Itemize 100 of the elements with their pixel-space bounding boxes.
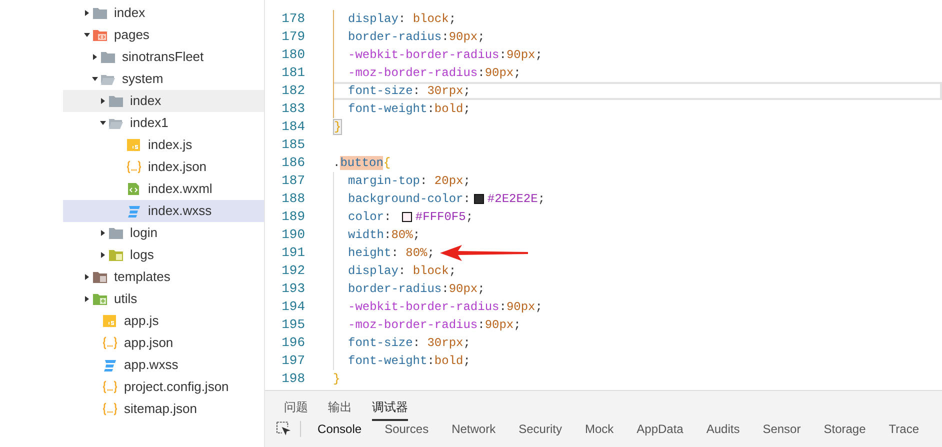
code-text: font-size: 30rpx;: [348, 335, 470, 352]
color-swatch-icon[interactable]: [402, 212, 412, 222]
tree-item-label[interactable]: app.wxss: [124, 355, 178, 375]
tree-row[interactable]: utils: [63, 288, 264, 310]
panel-tab[interactable]: 问题: [284, 391, 308, 421]
tree-item-label[interactable]: app.js: [124, 311, 159, 331]
tree-item-label[interactable]: pages: [114, 25, 150, 45]
tree-row[interactable]: sinotransFleet: [63, 46, 264, 68]
tree-row[interactable]: app.js: [63, 310, 264, 332]
line-number: 185: [280, 136, 305, 154]
tree-row[interactable]: index: [63, 2, 264, 24]
inspect-icon[interactable]: [276, 421, 292, 437]
line-number: 196: [280, 334, 305, 352]
tree-item-label[interactable]: index: [114, 3, 146, 23]
tree-row[interactable]: login: [63, 222, 264, 244]
tree-item-label[interactable]: index.js: [148, 135, 192, 155]
caret-right-icon[interactable]: [84, 296, 90, 302]
code-text: display: block;: [348, 11, 456, 28]
devtools-tab[interactable]: Storage: [824, 421, 866, 437]
code-text: -webkit-border-radius:90px;: [348, 299, 542, 316]
code-text: font-size: 30rpx;: [348, 83, 470, 100]
devtools-tab[interactable]: AppData: [636, 421, 684, 437]
tree-item-label[interactable]: index.json: [148, 157, 207, 177]
line-number: 197: [280, 352, 305, 370]
file-icon: [102, 314, 118, 328]
tree-item-label[interactable]: login: [130, 223, 158, 243]
file-icon: [126, 182, 142, 196]
devtools-tab[interactable]: Sources: [384, 421, 429, 437]
folder-icon: [108, 116, 124, 130]
tree-row[interactable]: logs: [63, 244, 264, 266]
file-icon: [102, 402, 118, 416]
code-text: #2E2E2E;: [487, 191, 546, 208]
folder-icon: [92, 28, 108, 42]
tree-item-label[interactable]: system: [122, 69, 164, 89]
line-number: 183: [280, 100, 305, 118]
code-text: -moz-border-radius:90px;: [348, 317, 521, 334]
code-text: #FFF0F5;: [415, 209, 474, 226]
code-text: width:80%;: [348, 227, 420, 244]
tree-item-label[interactable]: index.wxml: [148, 179, 212, 199]
line-number: 181: [280, 64, 305, 82]
code-text: -webkit-border-radius:90px;: [348, 47, 542, 64]
tree-item-label[interactable]: logs: [130, 245, 154, 265]
line-number: 178: [280, 10, 305, 28]
devtools-tab[interactable]: Network: [452, 421, 496, 437]
devtools-tab[interactable]: Audits: [706, 421, 740, 437]
code-text: }: [333, 371, 340, 388]
tree-item-label[interactable]: index: [130, 91, 162, 111]
code-text: }: [333, 118, 342, 136]
tree-row[interactable]: index.js: [63, 134, 264, 156]
line-number: 195: [280, 316, 305, 334]
code-text: background-color:: [348, 191, 470, 208]
tree-row[interactable]: pages: [63, 24, 264, 46]
devtools-tab[interactable]: Trace: [888, 421, 919, 437]
code-text: color:: [348, 209, 392, 226]
tree-row[interactable]: index1: [63, 112, 264, 134]
tree-row[interactable]: app.json: [63, 332, 264, 354]
color-swatch-icon[interactable]: [474, 194, 484, 204]
devtools-tab[interactable]: Console: [318, 421, 362, 437]
code-text: border-radius:90px;: [348, 281, 485, 298]
caret-down-icon[interactable]: [92, 76, 98, 82]
tree-row[interactable]: index.wxss: [63, 200, 264, 222]
tree-row[interactable]: app.wxss: [63, 354, 264, 376]
tree-item-label[interactable]: project.config.json: [124, 377, 229, 397]
caret-right-icon[interactable]: [100, 230, 106, 236]
tree-item-label[interactable]: index.wxss: [148, 201, 212, 221]
tree-row[interactable]: index.wxml: [63, 178, 264, 200]
caret-down-icon[interactable]: [100, 120, 106, 126]
devtools-tab[interactable]: Sensor: [762, 421, 801, 437]
tree-item-label[interactable]: sinotransFleet: [122, 47, 204, 67]
tree-item-label[interactable]: sitemap.json: [124, 399, 197, 419]
devtools-tab[interactable]: Mock: [584, 421, 614, 437]
tree-row[interactable]: index.json: [63, 156, 264, 178]
line-number: 188: [280, 190, 305, 208]
tree-item-label[interactable]: app.json: [124, 333, 174, 353]
caret-down-icon[interactable]: [84, 32, 90, 38]
tree-row[interactable]: sitemap.json: [63, 398, 264, 420]
caret-right-icon[interactable]: [84, 10, 90, 16]
tree-row[interactable]: index: [63, 90, 264, 112]
caret-right-icon[interactable]: [100, 252, 106, 258]
tree-row[interactable]: templates: [63, 266, 264, 288]
code-text: font-weight:bold;: [348, 101, 470, 118]
tree-item-label[interactable]: templates: [114, 267, 170, 287]
line-number: 187: [280, 172, 305, 190]
file-icon: [126, 204, 142, 218]
panel-tab[interactable]: 调试器: [372, 391, 408, 421]
folder-icon: [100, 72, 116, 86]
folder-icon: [92, 6, 108, 20]
caret-right-icon[interactable]: [92, 54, 98, 60]
caret-right-icon[interactable]: [84, 274, 90, 280]
devtools-tab[interactable]: Security: [518, 421, 562, 437]
line-number: 186: [280, 154, 305, 172]
code-text: margin-top: 20px;: [348, 173, 470, 190]
tree-row[interactable]: system: [63, 68, 264, 90]
tree-item-label[interactable]: index1: [130, 113, 168, 133]
panel-tab[interactable]: 输出: [328, 391, 352, 421]
caret-right-icon[interactable]: [100, 98, 106, 104]
file-icon: [102, 358, 118, 372]
file-icon: [102, 336, 118, 350]
tree-item-label[interactable]: utils: [114, 289, 138, 309]
tree-row[interactable]: project.config.json: [63, 376, 264, 398]
